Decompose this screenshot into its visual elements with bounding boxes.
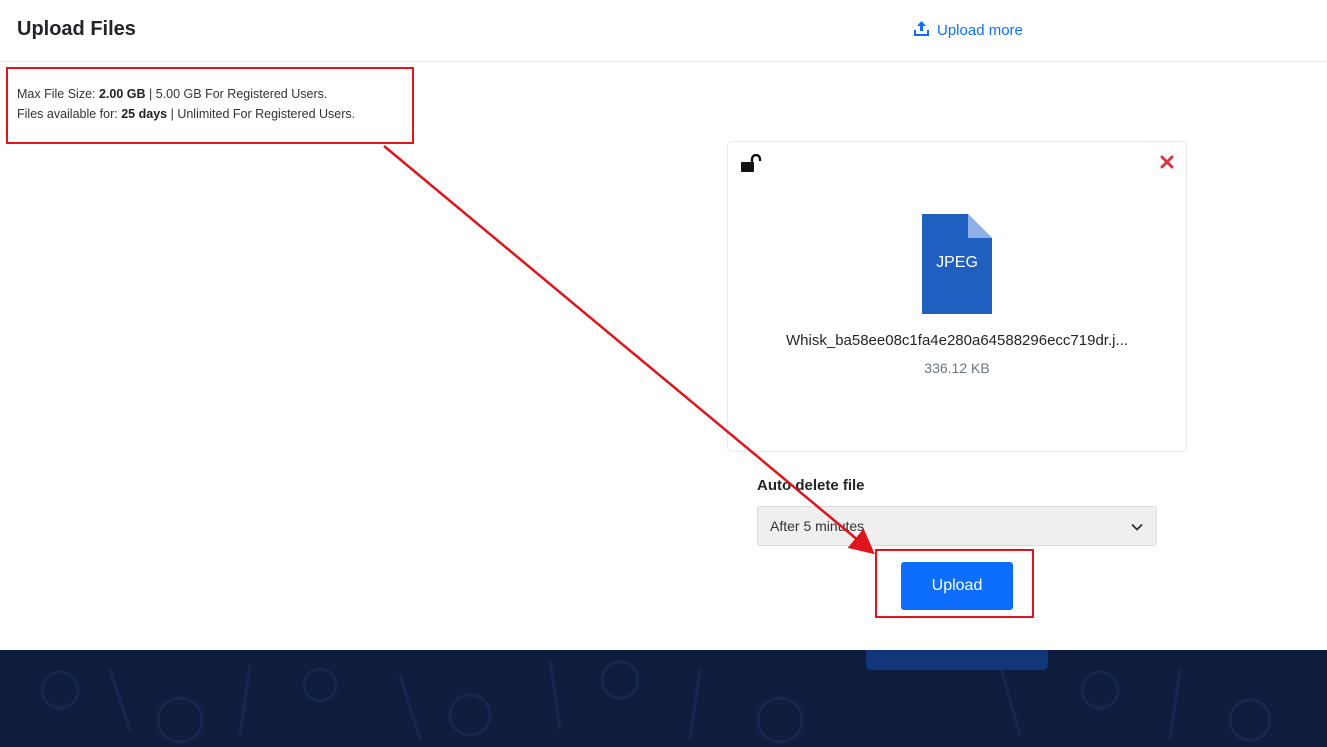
upload-more-link[interactable]: Upload more <box>913 20 1023 41</box>
page-header: Upload Files Upload more <box>0 0 1327 62</box>
upload-icon <box>913 20 930 41</box>
file-name: Whisk_ba58ee08c1fa4e280a64588296ecc719dr… <box>786 332 1128 349</box>
footer-pattern <box>40 659 1272 744</box>
page-title: Upload Files <box>17 18 136 40</box>
unlock-icon[interactable] <box>740 153 762 179</box>
page-footer <box>0 650 1327 747</box>
annotation-box-upload <box>875 549 1034 618</box>
hidden-upload-button-shadow <box>866 650 1048 670</box>
close-icon[interactable] <box>1160 155 1174 174</box>
file-size: 336.12 KB <box>924 360 990 376</box>
auto-delete-value: After 5 minutes <box>770 518 865 534</box>
upload-more-label: Upload more <box>937 22 1023 39</box>
file-extension: JPEG <box>936 254 978 271</box>
file-card: JPEG Whisk_ba58ee08c1fa4e280a64588296ecc… <box>727 141 1187 452</box>
chevron-down-icon <box>1130 520 1144 539</box>
auto-delete-select[interactable]: After 5 minutes <box>757 506 1157 546</box>
annotation-box-info <box>6 67 414 144</box>
auto-delete-label: Auto delete file <box>757 477 865 494</box>
